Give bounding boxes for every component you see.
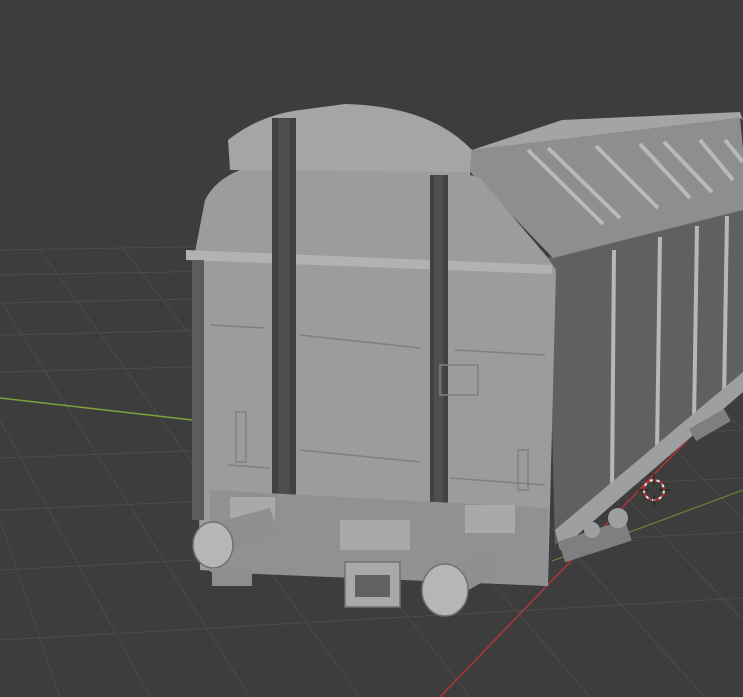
end-edge-left <box>192 260 204 520</box>
3d-viewport[interactable] <box>0 0 743 697</box>
viewport-canvas[interactable] <box>0 0 743 697</box>
draw-hook <box>344 561 401 608</box>
